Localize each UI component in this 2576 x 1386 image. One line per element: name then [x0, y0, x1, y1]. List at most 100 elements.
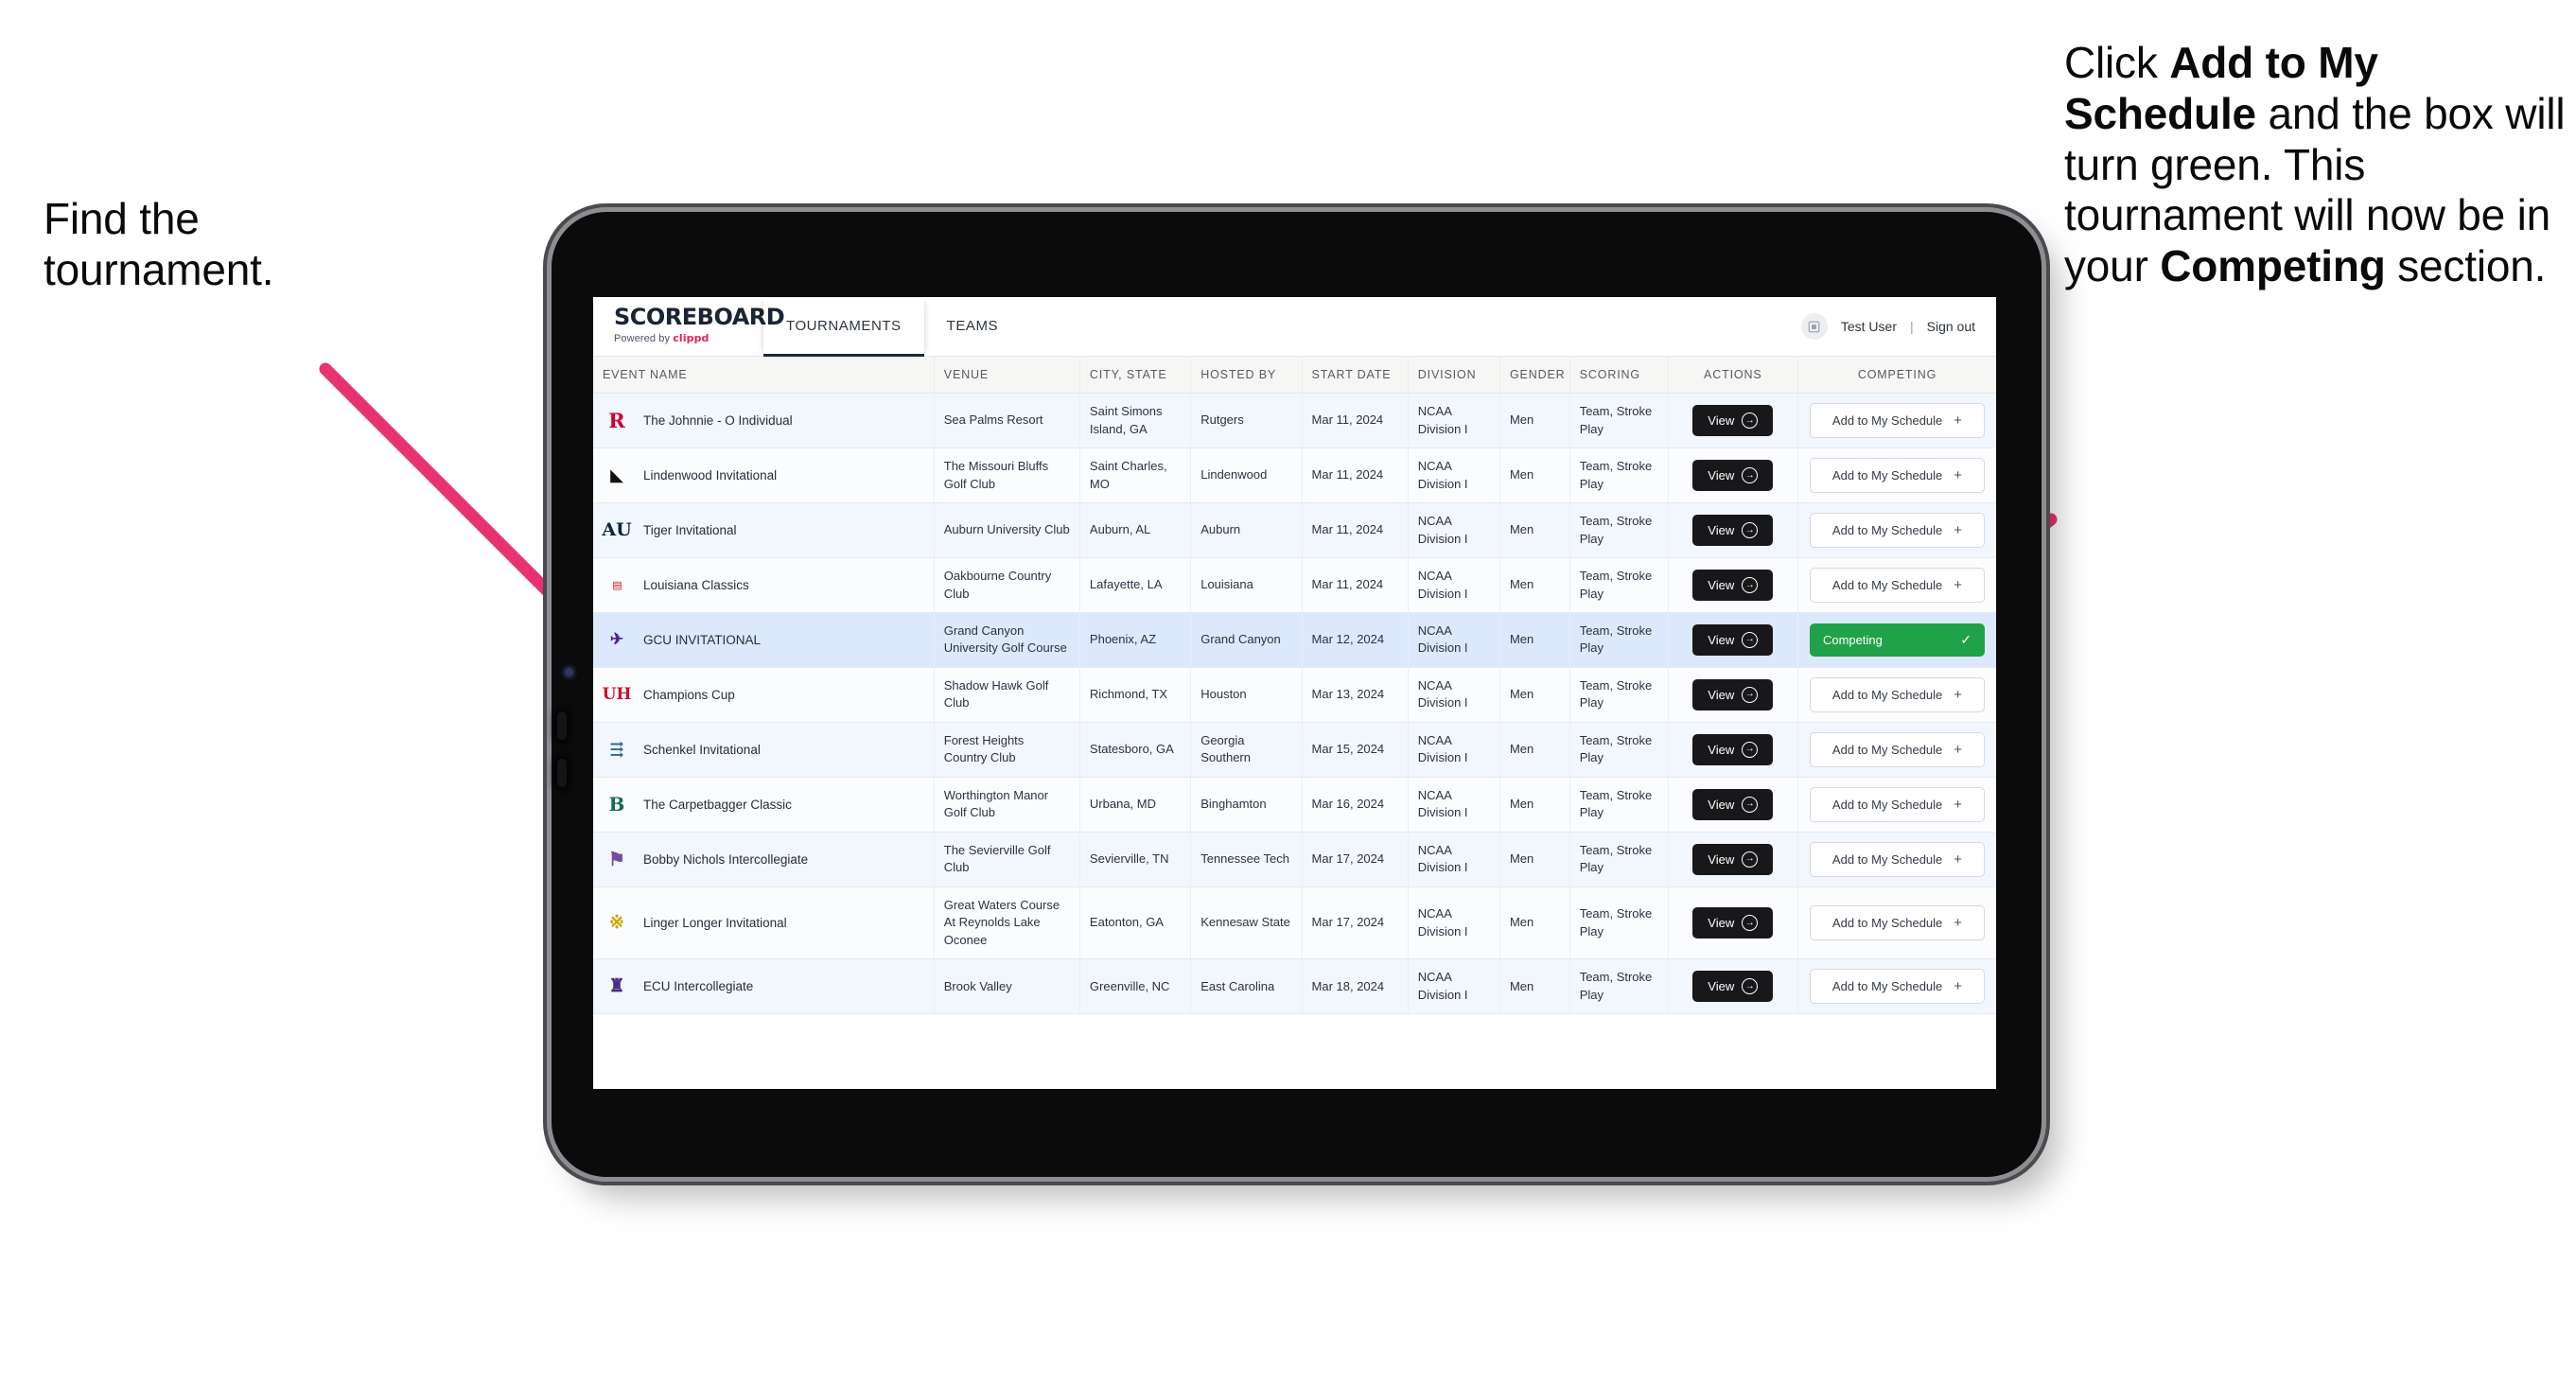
georgia-southern-logo: ⇶: [609, 739, 624, 760]
view-button[interactable]: View →: [1692, 570, 1774, 601]
arrow-right-circle-icon: →: [1742, 686, 1759, 703]
tab-tournaments[interactable]: TOURNAMENTS: [763, 298, 924, 357]
table-row[interactable]: AU Tiger Invitational Auburn University Cl…: [593, 502, 1996, 558]
competing-button[interactable]: Competing ✓: [1809, 623, 1985, 657]
table-row[interactable]: ✈ GCU INVITATIONAL Grand Canyon University…: [593, 612, 1996, 668]
plus-icon: +: [1954, 796, 1963, 813]
add-to-my-schedule-label: Add to My Schedule: [1831, 578, 1943, 592]
add-to-my-schedule-button[interactable]: Add to My Schedule +: [1809, 905, 1985, 941]
column-header-competing[interactable]: COMPETING: [1797, 357, 1996, 394]
column-header-start-date[interactable]: START DATE: [1302, 357, 1409, 394]
view-button[interactable]: View →: [1692, 788, 1774, 820]
table-row[interactable]: ◣ Lindenwood Invitational The Missouri Blu…: [593, 447, 1996, 503]
view-button[interactable]: View →: [1692, 515, 1774, 546]
add-to-my-schedule-label: Add to My Schedule: [1831, 742, 1943, 757]
cell-scoring: Team, Stroke Play: [1569, 447, 1669, 503]
view-label: View: [1708, 979, 1735, 994]
column-header-gender[interactable]: GENDER: [1499, 357, 1570, 394]
add-to-my-schedule-button[interactable]: Add to My Schedule +: [1809, 786, 1985, 822]
cell-venue: The Sevierville Golf Club: [934, 832, 1080, 887]
add-to-my-schedule-button[interactable]: Add to My Schedule +: [1809, 458, 1985, 493]
add-to-my-schedule-label: Add to My Schedule: [1831, 979, 1943, 994]
column-header-hosted-by[interactable]: HOSTED BY: [1190, 357, 1303, 394]
cell-venue: Shadow Hawk Golf Club: [934, 667, 1080, 723]
cell-start-date: Mar 11, 2024: [1302, 393, 1409, 448]
brand-title: SCOREBOARD: [614, 304, 785, 330]
view-button[interactable]: View →: [1692, 623, 1774, 656]
cell-hosted-by: Georgia Southern: [1190, 722, 1303, 778]
tab-teams[interactable]: TEAMS: [924, 298, 1021, 357]
tablet-volume-down-button[interactable]: [557, 759, 567, 787]
add-to-my-schedule-button[interactable]: Add to My Schedule +: [1809, 403, 1985, 438]
competing-label: Competing: [1822, 632, 1883, 647]
cell-division: NCAA Division I: [1408, 777, 1500, 833]
view-button[interactable]: View →: [1692, 733, 1774, 765]
cell-event-name: UH Champions Cup: [593, 667, 935, 723]
tablet-volume-up-button[interactable]: [557, 711, 567, 740]
table-row[interactable]: ▤ Louisiana Classics Oakbourne Country Clu…: [593, 557, 1996, 613]
cell-competing: Add to My Schedule +: [1797, 886, 1996, 960]
view-button[interactable]: View →: [1692, 460, 1774, 491]
event-name-label: Champions Cup: [643, 687, 735, 702]
add-to-my-schedule-button[interactable]: Add to My Schedule +: [1809, 676, 1985, 712]
cell-actions: View →: [1668, 612, 1798, 668]
cell-division: NCAA Division I: [1408, 958, 1500, 1015]
event-name-label: GCU INVITATIONAL: [643, 632, 762, 647]
table-row[interactable]: R The Johnnie - O Individual Sea Palms Res…: [593, 393, 1996, 448]
add-to-my-schedule-button[interactable]: Add to My Schedule +: [1809, 568, 1985, 603]
cell-venue: Grand Canyon University Golf Course: [934, 612, 1080, 668]
view-label: View: [1708, 916, 1735, 931]
add-to-my-schedule-label: Add to My Schedule: [1831, 523, 1943, 537]
cell-division: NCAA Division I: [1408, 557, 1500, 613]
arrow-right-circle-icon: →: [1742, 522, 1759, 538]
cell-start-date: Mar 11, 2024: [1302, 557, 1409, 613]
column-header-scoring[interactable]: SCORING: [1569, 357, 1669, 394]
cell-actions: View →: [1668, 958, 1798, 1015]
cell-event-name: ⚑ Bobby Nichols Intercollegiate: [593, 832, 935, 887]
table-row[interactable]: ⚑ Bobby Nichols Intercollegiate The Sevier…: [593, 832, 1996, 887]
add-to-my-schedule-button[interactable]: Add to My Schedule +: [1809, 731, 1985, 767]
user-avatar-icon[interactable]: [1800, 313, 1828, 340]
view-button[interactable]: View →: [1692, 678, 1774, 711]
event-name-label: ECU Intercollegiate: [643, 979, 754, 994]
cell-actions: View →: [1668, 447, 1798, 503]
table-row[interactable]: ※ Linger Longer Invitational Great Waters …: [593, 886, 1996, 960]
cell-hosted-by: Louisiana: [1190, 557, 1303, 613]
add-to-my-schedule-button[interactable]: Add to My Schedule +: [1809, 969, 1985, 1005]
add-to-my-schedule-button[interactable]: Add to My Schedule +: [1809, 841, 1985, 877]
view-button[interactable]: View →: [1692, 843, 1774, 875]
column-header-event-name[interactable]: EVENT NAME: [593, 357, 935, 394]
cell-start-date: Mar 11, 2024: [1302, 502, 1409, 558]
gcu-logo: ✈: [609, 630, 624, 650]
user-name-label[interactable]: Test User: [1841, 319, 1897, 334]
cell-hosted-by: Kennesaw State: [1190, 886, 1303, 960]
view-button[interactable]: View →: [1692, 405, 1774, 436]
brand-logo: SCOREBOARD Powered by clippd: [593, 297, 785, 356]
view-button[interactable]: View →: [1692, 971, 1774, 1003]
table-row[interactable]: B The Carpetbagger Classic Worthington Man…: [593, 777, 1996, 833]
table-row[interactable]: ⇶ Schenkel Invitational Forest Heights Cou…: [593, 722, 1996, 778]
table-row[interactable]: ♜ ECU Intercollegiate Brook Valley Greenvil…: [593, 958, 1996, 1015]
view-button[interactable]: View →: [1692, 907, 1774, 939]
cell-hosted-by: Lindenwood: [1190, 447, 1303, 503]
cell-division: NCAA Division I: [1408, 722, 1500, 778]
add-to-my-schedule-button[interactable]: Add to My Schedule +: [1809, 513, 1985, 548]
cell-competing: Add to My Schedule +: [1797, 393, 1996, 448]
column-header-actions[interactable]: ACTIONS: [1668, 357, 1798, 394]
cell-competing: Add to My Schedule +: [1797, 777, 1996, 833]
tennessee-tech-logo: ⚑: [608, 848, 625, 871]
cell-gender: Men: [1499, 722, 1570, 778]
cell-competing: Add to My Schedule +: [1797, 667, 1996, 723]
check-icon: ✓: [1960, 631, 1971, 647]
cell-hosted-by: Houston: [1190, 667, 1303, 723]
column-header-venue[interactable]: VENUE: [934, 357, 1080, 394]
header-separator: |: [1909, 319, 1914, 334]
plus-icon: +: [1954, 851, 1963, 868]
table-row[interactable]: UH Champions Cup Shadow Hawk Golf Club Rich…: [593, 667, 1996, 723]
column-header-city-state[interactable]: CITY, STATE: [1079, 357, 1192, 394]
plus-icon: +: [1954, 412, 1963, 429]
cell-actions: View →: [1668, 393, 1798, 448]
cell-hosted-by: East Carolina: [1190, 958, 1303, 1015]
column-header-division[interactable]: DIVISION: [1408, 357, 1500, 394]
sign-out-link[interactable]: Sign out: [1927, 319, 1975, 334]
